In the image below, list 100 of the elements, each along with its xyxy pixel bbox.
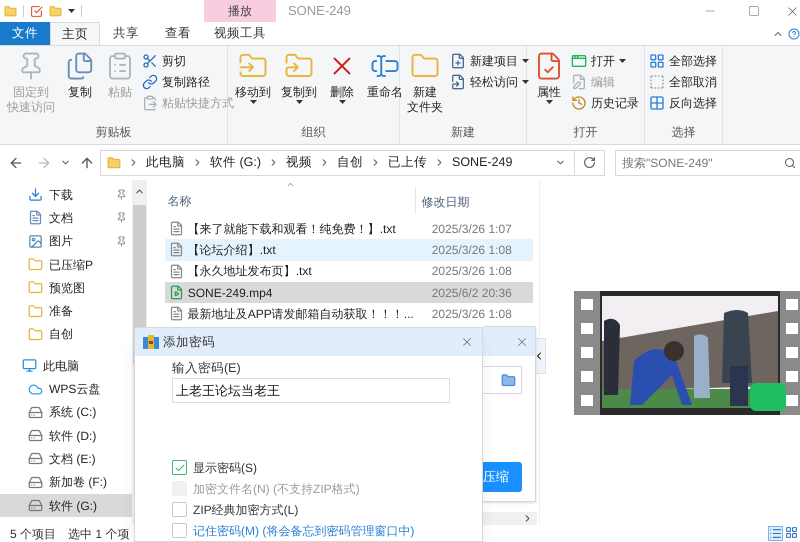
maximize-icon[interactable] bbox=[748, 5, 760, 17]
ribbon-button[interactable]: 新建项目 bbox=[450, 51, 529, 71]
field-label: 输入密码(E) bbox=[172, 361, 242, 376]
ribbon-tab[interactable]: 视频工具 bbox=[204, 22, 276, 45]
checkbox[interactable] bbox=[172, 460, 187, 475]
file-row[interactable]: 【来了就能下载和观看！纯免费！】.txt 2025/3/26 1:07 bbox=[164, 218, 533, 240]
ribbon-button[interactable]: 重命名 bbox=[364, 49, 406, 100]
breadcrumb[interactable]: 视频 bbox=[286, 153, 312, 172]
ribbon-tab[interactable]: 查看 bbox=[152, 22, 204, 45]
password-field[interactable]: 上老王论坛当老王 bbox=[172, 378, 450, 403]
icons-view-icon[interactable] bbox=[785, 526, 798, 539]
checkbox-label[interactable]: ZIP经典加密方式(L) bbox=[193, 502, 298, 516]
search-field[interactable]: 搜索"SONE-249" bbox=[615, 150, 800, 176]
history-icon bbox=[571, 95, 587, 111]
ribbon-button[interactable]: 新建 文件夹 bbox=[404, 49, 446, 115]
cloud-icon bbox=[28, 382, 43, 397]
drive-icon bbox=[28, 474, 43, 490]
details-view-icon[interactable] bbox=[769, 527, 782, 540]
column-header[interactable]: 名称 bbox=[164, 192, 415, 210]
file-row[interactable]: 【永久地址发布页】.txt 2025/3/26 1:08 bbox=[164, 260, 533, 282]
ribbon-tab[interactable]: 主页 bbox=[50, 22, 100, 45]
file-row[interactable]: 【论坛介绍】.txt 2025/3/26 1:08 bbox=[164, 239, 533, 261]
clipboard-icon bbox=[142, 95, 158, 111]
breadcrumb[interactable]: 自创 bbox=[337, 153, 363, 172]
back-icon[interactable] bbox=[8, 154, 24, 170]
window-title: SONE-249 bbox=[288, 2, 351, 20]
ribbon-button[interactable]: 复制路径 bbox=[142, 72, 234, 92]
checkbox[interactable] bbox=[172, 502, 187, 517]
invert-selection-icon bbox=[649, 95, 665, 111]
ribbon-button[interactable]: 轻松访问 bbox=[450, 72, 529, 92]
ribbon-tab[interactable]: 文件 bbox=[0, 22, 50, 45]
sort-icon[interactable] bbox=[286, 180, 295, 189]
file-date: 2025/3/26 1:08 bbox=[430, 263, 512, 280]
checkbox-label[interactable]: 显示密码(S) bbox=[193, 460, 257, 474]
text-file-icon bbox=[168, 221, 184, 236]
sidebar-item[interactable]: 下载 bbox=[0, 183, 132, 206]
item-count: 5 个项目 bbox=[9, 526, 56, 542]
sidebar-item[interactable]: 文档 (E:) bbox=[0, 447, 132, 471]
sidebar-item[interactable]: 新加卷 (F:) bbox=[0, 470, 132, 494]
breadcrumb[interactable]: 此电脑 bbox=[146, 153, 185, 172]
sidebar-item[interactable]: 已压缩P bbox=[0, 252, 132, 276]
file-name: 【论坛介绍】.txt bbox=[186, 242, 277, 259]
breadcrumb[interactable]: 软件 (G:) bbox=[210, 153, 261, 172]
sidebar-item[interactable]: 软件 (D:) bbox=[0, 424, 132, 448]
file-date: 2025/3/26 1:07 bbox=[430, 220, 512, 238]
checkbox[interactable] bbox=[172, 523, 187, 538]
sidebar-item[interactable]: 图片 bbox=[0, 230, 132, 253]
archive-icon bbox=[143, 335, 159, 349]
selection-count: 选中 1 个项 bbox=[68, 526, 130, 542]
context-tab-header: 播放 bbox=[204, 0, 276, 22]
ribbon-button[interactable]: 全部取消 bbox=[649, 72, 717, 92]
refresh-icon[interactable] bbox=[583, 156, 596, 169]
ribbon-button[interactable]: 复制 bbox=[62, 49, 98, 100]
checkbox-label[interactable]: 记住密码(M) (将会备忘到密码管理窗口中) bbox=[193, 524, 414, 538]
drive-icon bbox=[28, 451, 43, 466]
file-row[interactable]: 最新地址及APP请发邮箱自动获取！！！... 2025/3/26 1:08 bbox=[164, 303, 533, 324]
search-icon[interactable] bbox=[784, 156, 796, 168]
ribbon-button[interactable]: 剪切 bbox=[142, 51, 234, 71]
ribbon-button[interactable]: 全部选择 bbox=[649, 51, 717, 71]
image-icon bbox=[28, 234, 43, 249]
ribbon-button[interactable]: 历史记录 bbox=[571, 93, 639, 113]
properties-icon[interactable] bbox=[30, 4, 43, 18]
sidebar-item[interactable]: 预览图 bbox=[0, 276, 132, 300]
breadcrumb[interactable]: SONE-249 bbox=[452, 153, 512, 172]
sidebar-item[interactable]: 文档 bbox=[0, 206, 132, 230]
file-row[interactable]: SONE-249.mp4 2025/6/2 20:36 bbox=[164, 282, 533, 304]
ribbon-button[interactable]: 反向选择 bbox=[649, 93, 717, 113]
group-label: 新建 bbox=[450, 125, 476, 141]
ribbon-button[interactable]: 复制到 bbox=[278, 49, 320, 104]
sidebar-item[interactable]: 准备 bbox=[0, 299, 132, 323]
column-header[interactable]: 修改日期 bbox=[414, 188, 470, 214]
text-file-icon bbox=[168, 264, 184, 279]
ribbon-button[interactable]: 移动到 bbox=[232, 49, 274, 104]
sidebar-item[interactable]: 软件 (G:) bbox=[0, 494, 132, 518]
folder-icon bbox=[28, 304, 43, 319]
easy-access-icon bbox=[450, 74, 466, 90]
ribbon-button[interactable]: 打开 bbox=[571, 51, 639, 71]
download-icon bbox=[28, 187, 43, 202]
scissors-icon bbox=[142, 53, 158, 69]
sidebar-item[interactable]: 此电脑 bbox=[0, 354, 132, 378]
group-label: 剪贴板 bbox=[94, 125, 132, 141]
computer-icon bbox=[22, 358, 37, 374]
new-item-icon bbox=[450, 53, 466, 69]
breadcrumb[interactable]: 已上传 bbox=[388, 153, 427, 172]
sidebar-item[interactable]: WPS云盘 bbox=[0, 377, 132, 401]
ribbon-button[interactable]: 删除 bbox=[324, 49, 360, 104]
up-icon[interactable] bbox=[79, 154, 95, 170]
select-all-icon bbox=[649, 53, 665, 69]
help-icon[interactable] bbox=[788, 28, 800, 40]
file-name: 【永久地址发布页】.txt bbox=[186, 263, 313, 280]
ribbon-tab[interactable]: 共享 bbox=[100, 22, 152, 45]
ribbon-button[interactable]: 属性 bbox=[531, 49, 567, 104]
text-file-icon bbox=[168, 242, 184, 258]
sidebar-item[interactable]: 自创 bbox=[0, 322, 132, 346]
folder-icon bbox=[28, 257, 43, 272]
address-bar[interactable]: 此电脑 软件 (G:) 视频 自创 已上传 SONE-249 bbox=[100, 150, 575, 176]
file-name: SONE-249.mp4 bbox=[186, 284, 274, 302]
folder-icon[interactable] bbox=[501, 372, 516, 388]
file-name: 最新地址及APP请发邮箱自动获取！！！... bbox=[186, 306, 411, 323]
sidebar-item[interactable]: 系统 (C:) bbox=[0, 400, 132, 424]
